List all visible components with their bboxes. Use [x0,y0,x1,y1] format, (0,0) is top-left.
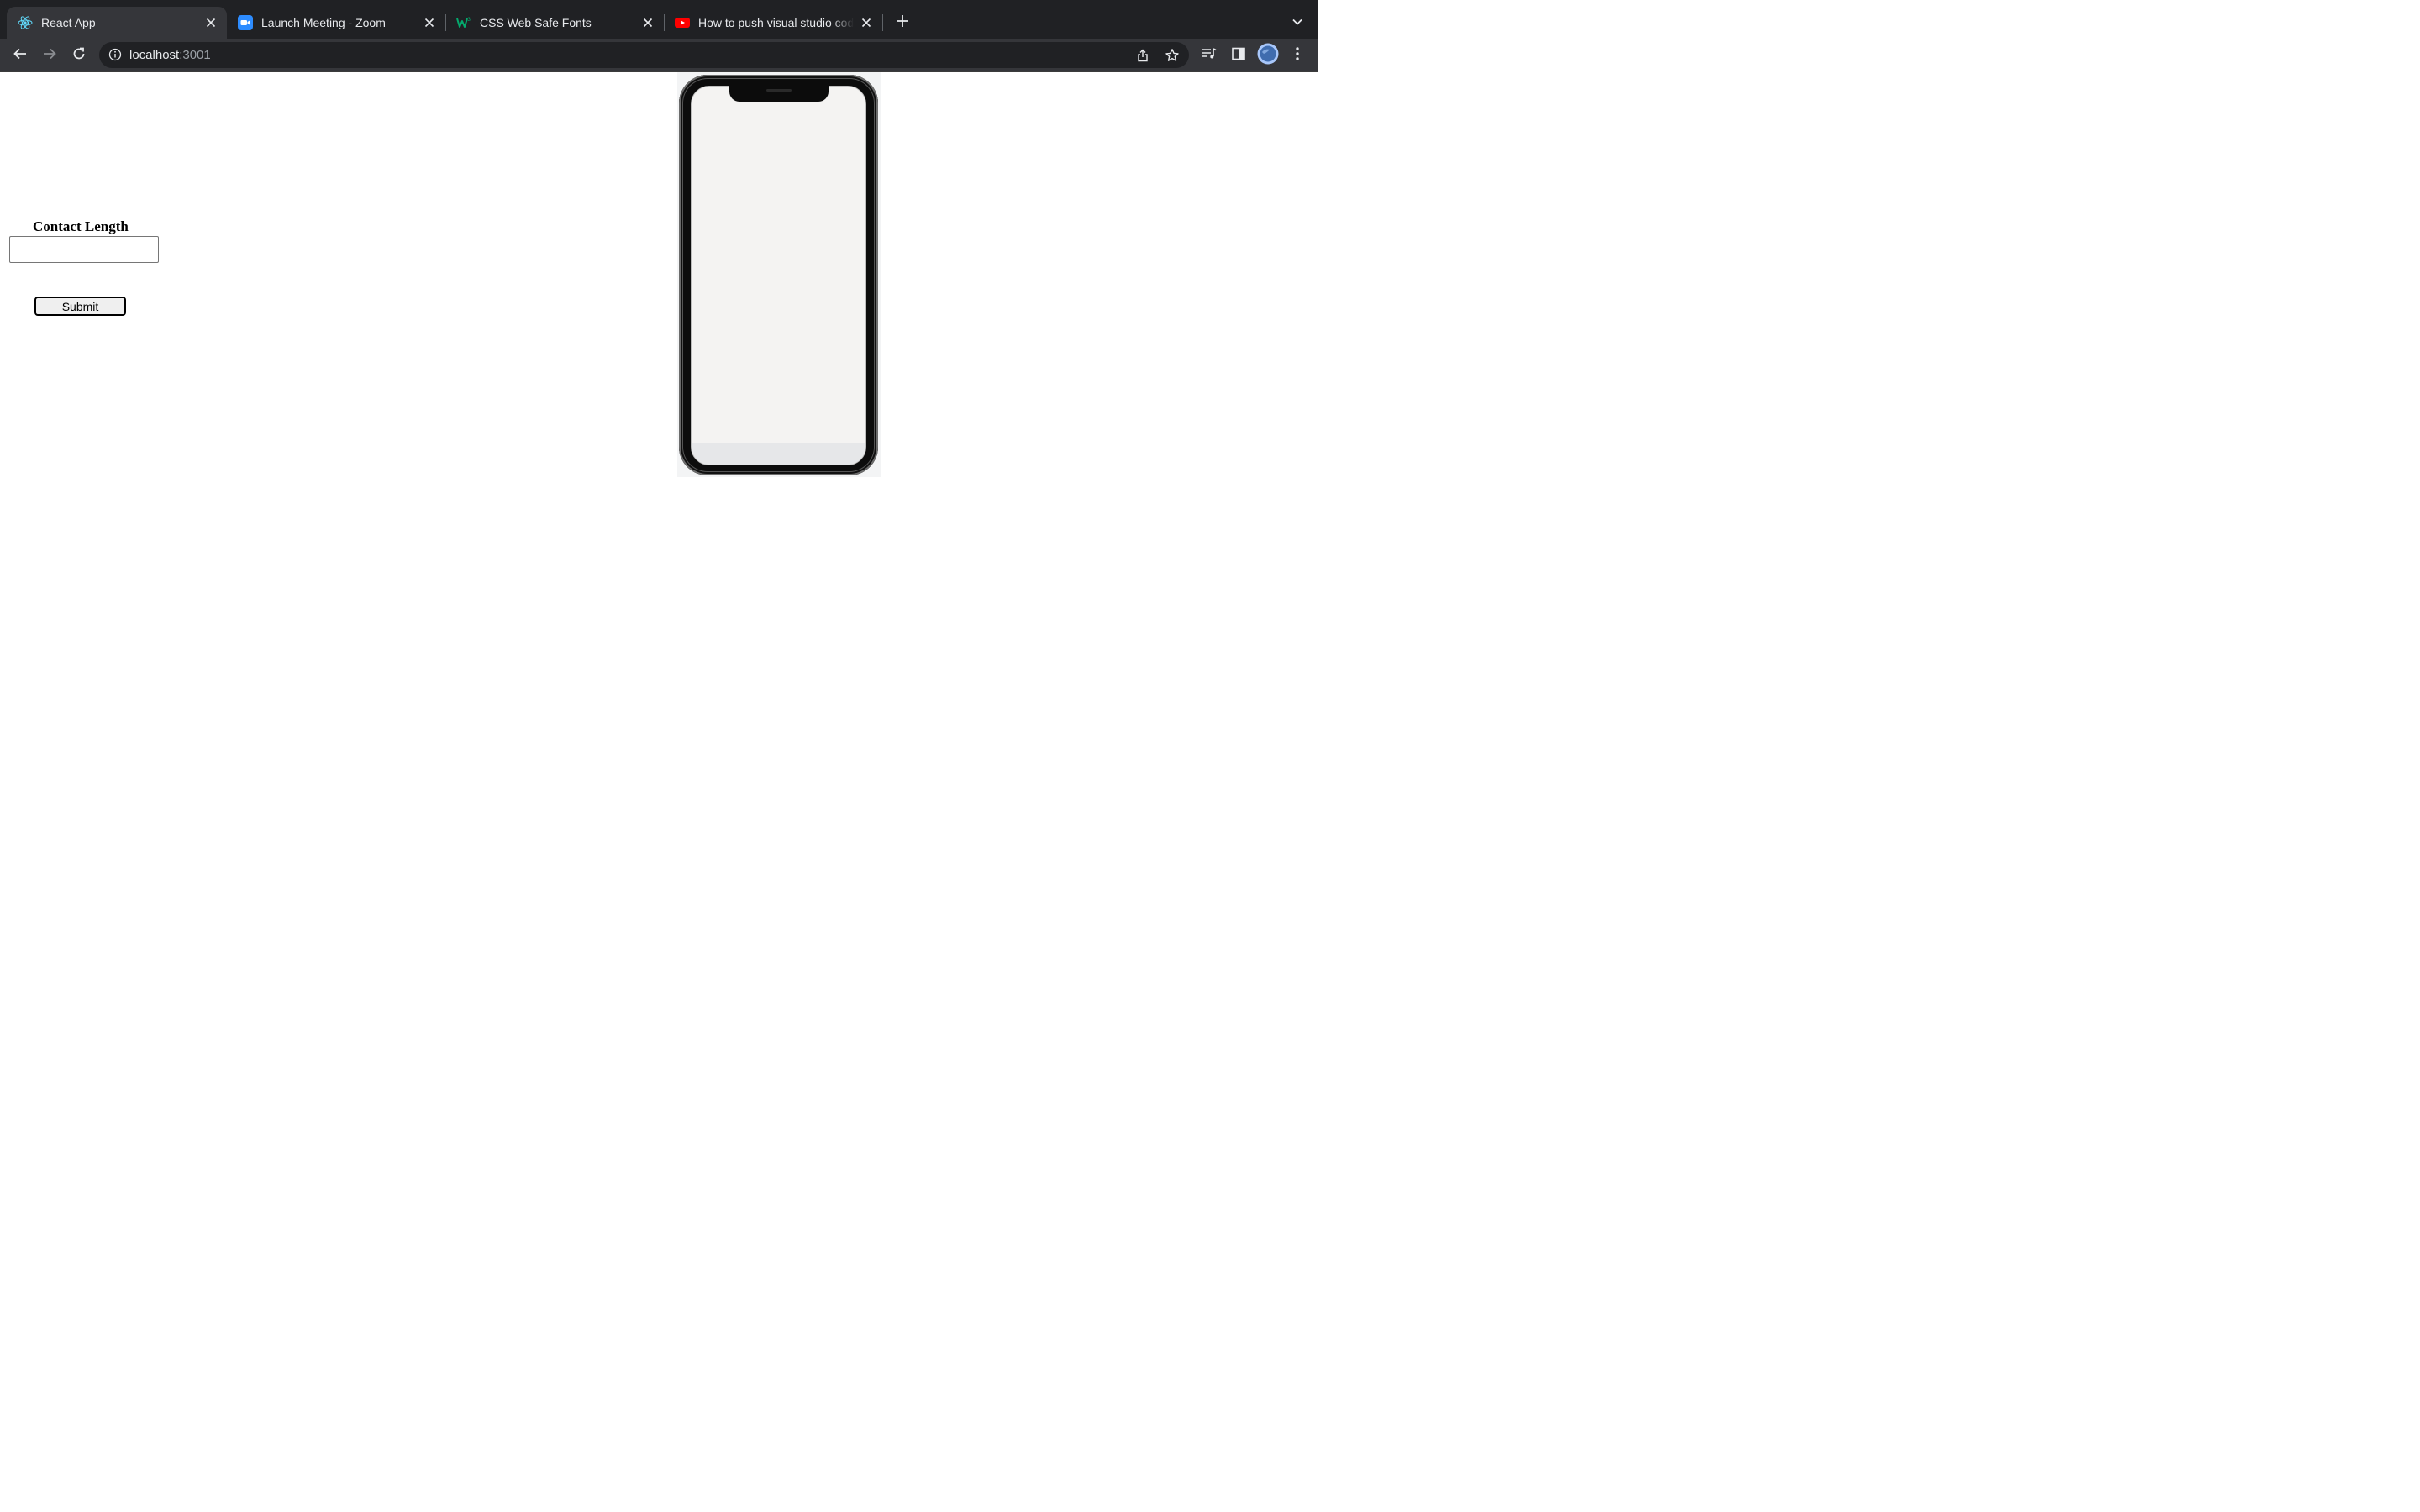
forward-button[interactable] [39,45,60,66]
tab-css-fonts[interactable]: 3 CSS Web Safe Fonts [445,7,664,39]
tab-title: React App [41,16,96,29]
chevron-down-icon [1292,16,1303,32]
side-panel-button[interactable] [1228,45,1249,66]
arrow-right-icon [42,46,57,66]
phone-notch [729,86,829,102]
submit-button[interactable]: Submit [34,297,126,316]
close-icon[interactable] [859,15,874,30]
back-button[interactable] [10,45,30,66]
avatar [1257,43,1279,69]
close-icon[interactable] [422,15,437,30]
w3schools-icon: 3 [456,15,471,30]
url-port: :3001 [179,48,211,62]
profile-button[interactable] [1257,43,1279,69]
tab-strip: React App Launch Meeting - Zoom 3 CSS We… [0,0,1318,39]
browser-window: React App Launch Meeting - Zoom 3 CSS We… [0,0,1318,823]
url-host: localhost [129,48,180,62]
svg-text:3: 3 [468,18,471,23]
close-icon[interactable] [640,15,655,30]
tab-search-button[interactable] [1288,14,1307,33]
contact-length-label: Contact Length [33,218,129,234]
phone-screen [691,86,866,465]
phone-frame [679,75,878,475]
page-content: Contact Length Submit [0,72,1318,823]
info-icon[interactable] [108,47,123,62]
arrow-left-icon [13,46,28,66]
reload-icon [71,46,87,66]
reload-button[interactable] [69,45,89,66]
phone-mockup-image [677,72,881,477]
more-vert-icon [1295,46,1300,66]
star-icon[interactable] [1164,47,1181,64]
address-bar[interactable]: localhost:3001 [99,42,1189,68]
phone-speaker [766,89,792,92]
media-controls-button[interactable] [1199,45,1219,66]
url-text: localhost:3001 [129,47,211,63]
menu-button[interactable] [1287,45,1307,66]
side-panel-icon [1231,46,1246,66]
playlist-icon [1201,46,1218,66]
share-icon[interactable] [1134,47,1151,64]
contact-length-input[interactable] [9,236,159,263]
react-icon [18,15,33,30]
tab-separator [882,14,883,31]
toolbar: localhost:3001 [0,39,1318,72]
tab-zoom[interactable]: Launch Meeting - Zoom [227,7,445,39]
tab-title: Launch Meeting - Zoom [261,16,386,29]
close-icon[interactable] [203,15,218,30]
tab-react-app[interactable]: React App [7,7,227,39]
tab-title: CSS Web Safe Fonts [480,16,592,29]
zoom-icon [238,15,253,30]
plus-icon [896,14,909,32]
youtube-icon [675,15,690,30]
new-tab-button[interactable] [893,13,912,32]
tab-youtube[interactable]: How to push visual studio code [664,7,882,39]
